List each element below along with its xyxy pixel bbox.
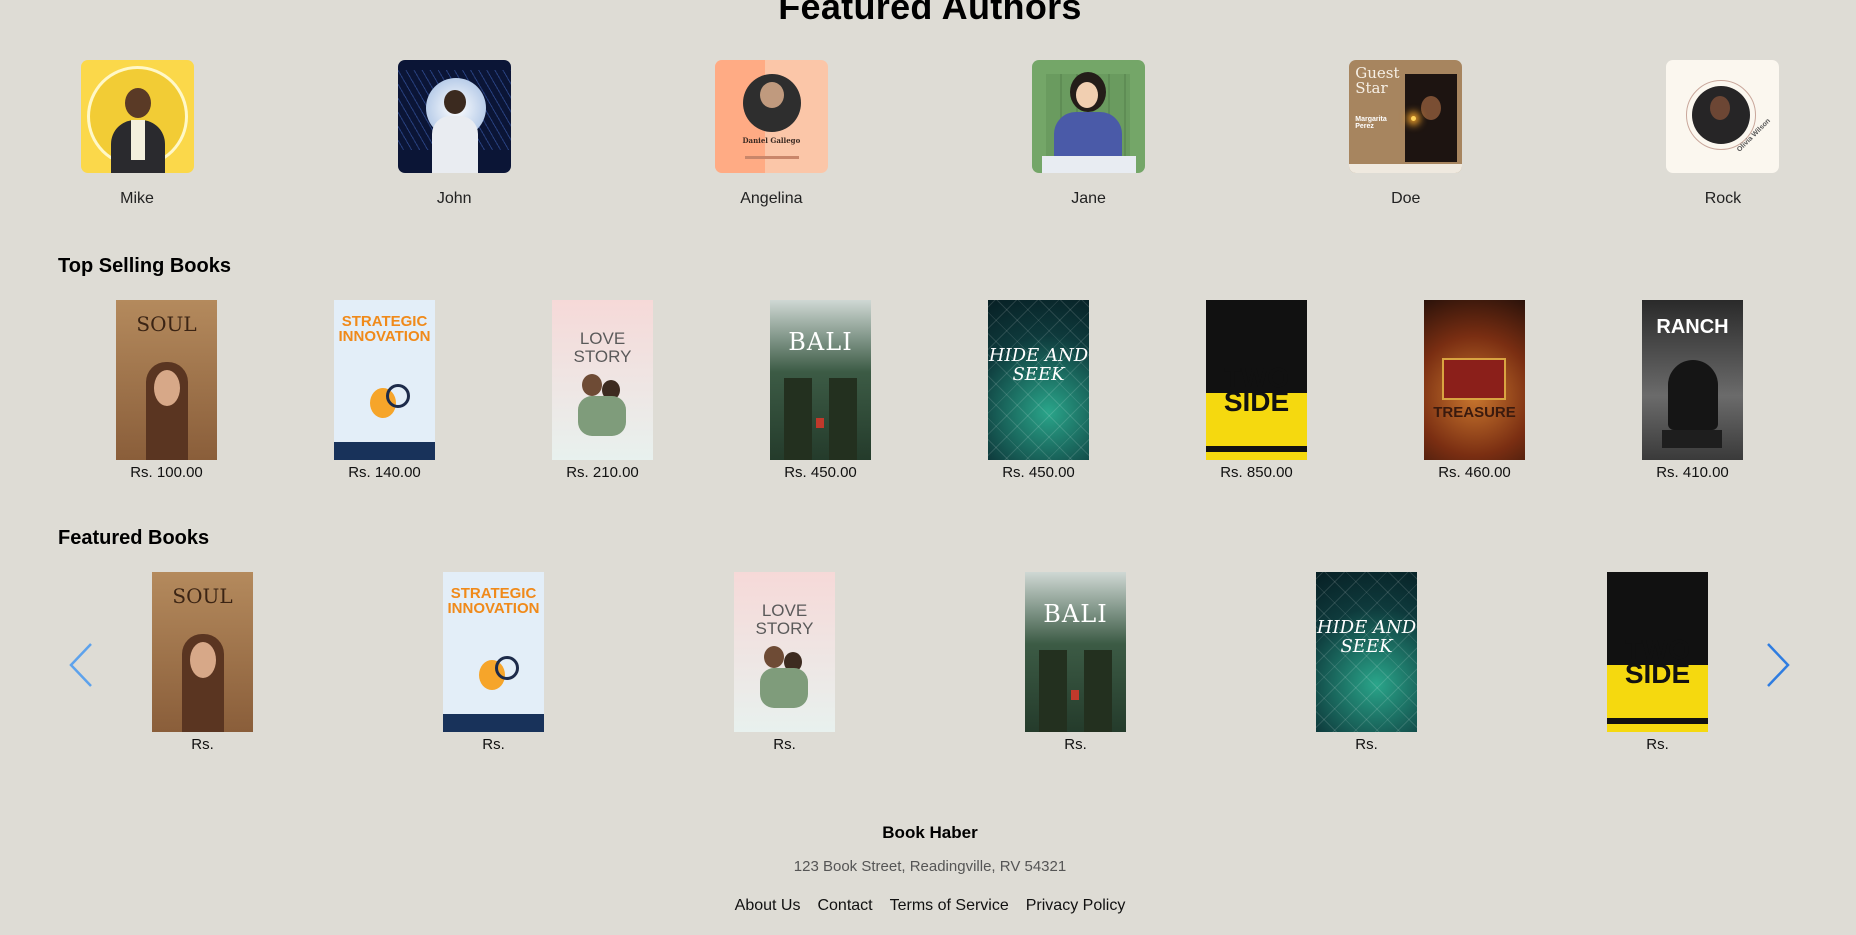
author-card-jane[interactable]: Jane [1032, 60, 1146, 208]
book-cover: TWO SIDE [1607, 572, 1708, 732]
book-price: Rs. 100.00 [130, 464, 203, 481]
book-cover: HIDE AND SEEK [1316, 572, 1417, 732]
book-card[interactable]: TWO SIDE Rs. [1607, 572, 1708, 753]
book-cover-title: STRATEGIC INNOVATION [447, 585, 540, 617]
book-card[interactable]: STRATEGIC INNOVATION Rs. [443, 572, 544, 753]
book-price: Rs. [1355, 736, 1378, 753]
book-card[interactable]: SOUL Rs. 100.00 [116, 300, 217, 481]
book-cover-title: LOVE STORY [573, 329, 632, 366]
book-cover-title: SOUL [136, 312, 197, 336]
authors-row: Mike John Daniel Gallego Angelina Jane G… [80, 60, 1780, 208]
author-avatar [1032, 60, 1146, 173]
carousel-prev-button[interactable] [67, 640, 97, 690]
book-card[interactable]: TWO SIDE Rs. 850.00 [1206, 300, 1307, 481]
author-card-mike[interactable]: Mike [80, 60, 194, 208]
featured-books-carousel: SOUL Rs. STRATEGIC INNOVATION Rs. LOVE S… [152, 572, 1708, 753]
book-cover-title: SOUL [172, 584, 233, 608]
featured-books-heading: Featured Books [58, 527, 210, 549]
book-price: Rs. 450.00 [784, 464, 857, 481]
footer-link-about-us[interactable]: About Us [735, 897, 801, 915]
page-title: Featured Authors [778, 0, 1082, 27]
book-cover: SOUL [116, 300, 217, 460]
book-cover: STRATEGIC INNOVATION [443, 572, 544, 732]
book-card[interactable]: BALI Rs. 450.00 [770, 300, 871, 481]
author-name: Mike [120, 190, 154, 207]
book-cover: BALI [1025, 572, 1126, 732]
book-price: Rs. [773, 736, 796, 753]
book-card[interactable]: HIDE AND SEEK Rs. 450.00 [988, 300, 1089, 481]
footer-brand: Book Haber [882, 823, 978, 842]
book-cover: STRATEGIC INNOVATION [334, 300, 435, 460]
book-card[interactable]: LOVE STORY Rs. [734, 572, 835, 753]
author-name: Angelina [740, 190, 803, 207]
carousel-next-button[interactable] [1762, 640, 1792, 690]
chevron-right-icon [1767, 643, 1790, 687]
author-avatar: Daniel Gallego [714, 60, 828, 173]
book-cover: LOVE STORY [734, 572, 835, 732]
author-card-title: Guest Star [1355, 64, 1400, 97]
footer-link-contact[interactable]: Contact [817, 897, 872, 915]
author-card-text: Daniel Gallego [742, 136, 801, 145]
book-cover-title: BALI [1043, 600, 1108, 628]
book-price: Rs. [1064, 736, 1087, 753]
footer-address: 123 Book Street, Readingville, RV 54321 [793, 858, 1067, 875]
footer-links: About Us Contact Terms of Service Privac… [0, 897, 1856, 915]
author-avatar: Guest Star Margarita Perez [1349, 60, 1463, 173]
book-card[interactable]: SOUL Rs. [152, 572, 253, 753]
book-cover-title: BALI [788, 328, 853, 356]
book-price: Rs. [1646, 736, 1669, 753]
book-cover-title: LOVE STORY [755, 601, 814, 638]
book-card[interactable]: HIDE AND SEEK Rs. [1316, 572, 1417, 753]
author-name: Doe [1391, 190, 1421, 207]
book-cover: TREASURE [1424, 300, 1525, 460]
book-cover-title: TWO SIDE [1624, 634, 1691, 689]
book-price: Rs. 450.00 [1002, 464, 1075, 481]
book-cover-title: TREASURE [1433, 404, 1516, 421]
book-cover-title: STRATEGIC INNOVATION [338, 313, 431, 345]
author-avatar: Olivia Wilson [1666, 60, 1780, 173]
author-card-rock[interactable]: Olivia Wilson Rock [1666, 60, 1780, 208]
footer-link-privacy-policy[interactable]: Privacy Policy [1026, 897, 1126, 915]
book-cover-title: HIDE AND SEEK [1316, 617, 1417, 657]
footer-link-terms-of-service[interactable]: Terms of Service [890, 897, 1009, 915]
book-cover: LOVE STORY [552, 300, 653, 460]
author-name: Jane [1071, 190, 1106, 207]
book-card[interactable]: RANCH Rs. 410.00 [1642, 300, 1743, 481]
book-card[interactable]: LOVE STORY Rs. 210.00 [552, 300, 653, 481]
book-cover-title: RANCH [1656, 316, 1729, 338]
author-card-john[interactable]: John [397, 60, 511, 208]
author-name: John [436, 190, 472, 207]
book-cover-title: TWO SIDE [1223, 362, 1290, 417]
book-cover: BALI [770, 300, 871, 460]
book-price: Rs. 410.00 [1656, 464, 1729, 481]
book-price: Rs. 140.00 [348, 464, 421, 481]
book-price: Rs. [191, 736, 214, 753]
book-cover: HIDE AND SEEK [988, 300, 1089, 460]
book-card[interactable]: STRATEGIC INNOVATION Rs. 140.00 [334, 300, 435, 481]
book-card[interactable]: BALI Rs. [1025, 572, 1126, 753]
book-cover-title: HIDE AND SEEK [988, 345, 1089, 385]
book-cover: TWO SIDE [1206, 300, 1307, 460]
author-card-text: Margarita Perez [1355, 116, 1387, 130]
author-name: Rock [1704, 190, 1742, 207]
book-price: Rs. [482, 736, 505, 753]
author-avatar [397, 60, 511, 173]
book-cover: SOUL [152, 572, 253, 732]
book-price: Rs. 210.00 [566, 464, 639, 481]
chevron-left-icon [69, 643, 92, 687]
book-price: Rs. 850.00 [1220, 464, 1293, 481]
author-avatar [80, 60, 194, 173]
book-price: Rs. 460.00 [1438, 464, 1511, 481]
top-selling-heading: Top Selling Books [58, 255, 231, 277]
book-cover: RANCH [1642, 300, 1743, 460]
author-card-angelina[interactable]: Daniel Gallego Angelina [714, 60, 828, 208]
book-card[interactable]: TREASURE Rs. 460.00 [1424, 300, 1525, 481]
top-selling-row: SOUL Rs. 100.00 STRATEGIC INNOVATION Rs.… [116, 300, 1743, 481]
author-card-doe[interactable]: Guest Star Margarita Perez Doe [1349, 60, 1463, 208]
